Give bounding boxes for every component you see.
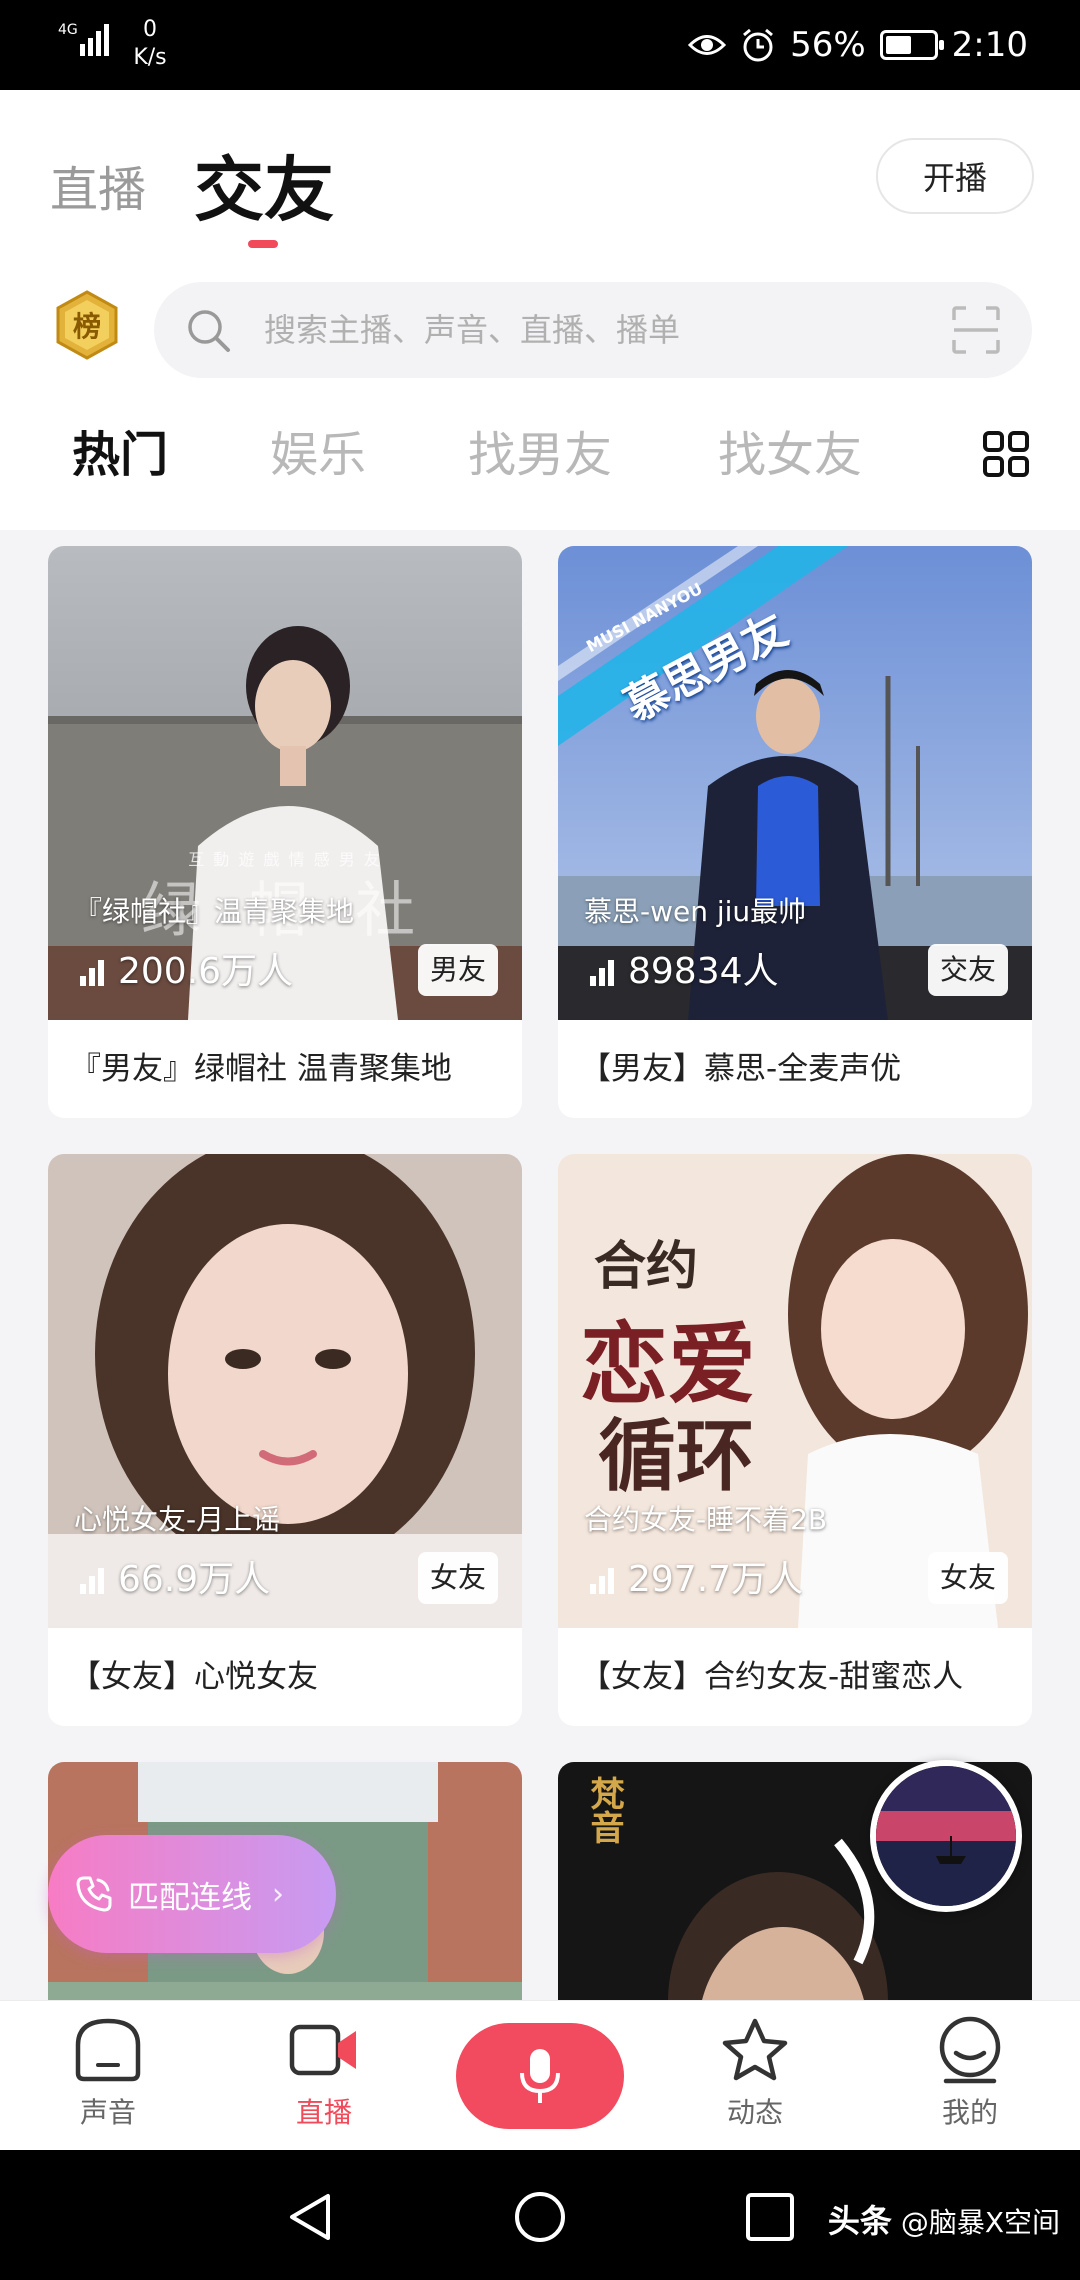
header: 直播 交友 开播 榜 热门 娱乐 找男友 找女友 xyxy=(0,90,1080,530)
nav-label: 动态 xyxy=(726,2096,783,2129)
mini-player-avatar[interactable] xyxy=(870,1760,1022,1912)
star-icon xyxy=(722,2018,788,2081)
start-broadcast-button[interactable]: 开播 xyxy=(876,138,1034,214)
category-tab-find-boyfriend[interactable]: 找男友 xyxy=(468,410,612,500)
room-tag: 女友 xyxy=(927,1552,1008,1604)
listener-count-value: 297.7万人 xyxy=(628,1559,804,1600)
poster-text-cycle: 循环 xyxy=(598,1411,755,1502)
microphone-icon xyxy=(520,2049,560,2103)
phone-icon xyxy=(76,1876,112,1912)
nav-label: 我的 xyxy=(941,2096,998,2129)
alarm-icon xyxy=(743,28,774,62)
grid-menu-icon[interactable] xyxy=(982,430,1030,478)
home-icon xyxy=(75,2018,141,2082)
room-tag: 交友 xyxy=(927,944,1008,996)
profile-icon xyxy=(939,2016,1001,2084)
cover-logo-text: 梵音 xyxy=(584,1776,624,1844)
category-tabs: 热门 娱乐 找男友 找女友 xyxy=(0,410,1080,500)
nav-item-moments[interactable]: 动态 xyxy=(685,2015,825,2131)
room-title: 『男友』绿帽社 温青聚集地 xyxy=(70,1051,452,1087)
mini-player-cover xyxy=(876,1766,1016,1906)
bar-chart-icon xyxy=(590,960,614,986)
status-right: 56% 2:10 xyxy=(688,22,1028,68)
room-title: 【女友】合约女友-甜蜜恋人 xyxy=(580,1659,964,1695)
battery-icon xyxy=(879,30,944,60)
home-circle-icon[interactable] xyxy=(513,2190,567,2244)
room-card[interactable]: MUSI NANYOU 慕思男友 慕思-wen jiu最帅 89834人 交友 … xyxy=(558,546,1032,1118)
svg-text:榜: 榜 xyxy=(73,310,101,343)
category-tab-find-girlfriend[interactable]: 找女友 xyxy=(718,410,862,500)
nav-label: 直播 xyxy=(295,2096,352,2129)
clock: 2:10 xyxy=(951,25,1028,65)
bar-chart-icon xyxy=(80,1568,104,1594)
network-speed: 0 K/s xyxy=(133,17,167,70)
back-icon[interactable] xyxy=(284,2190,338,2244)
room-cover: 互 動 遊 戲 情 感 男 友 绿 帽 社 『绿帽社』温青聚集地 200.6万人… xyxy=(48,546,522,1020)
category-tab-hot[interactable]: 热门 xyxy=(72,410,168,500)
room-card[interactable]: 心悦女友-月上谣 66.9万人 女友 【女友】心悦女友 xyxy=(48,1154,522,1726)
video-camera-icon xyxy=(289,2024,356,2076)
poster-text-contract: 合约 xyxy=(594,1236,699,1297)
host-name: 『绿帽社』温青聚集地 xyxy=(74,895,355,928)
status-bar: 4G 0 K/s 56% 2:10 xyxy=(0,0,1080,90)
listener-count-value: 66.9万人 xyxy=(118,1559,271,1600)
listener-count-value: 200.6万人 xyxy=(118,951,294,992)
room-title: 【男友】慕思-全麦声优 xyxy=(580,1051,902,1087)
bar-chart-icon xyxy=(590,1568,614,1594)
listener-count: 66.9万人 xyxy=(78,1550,270,1602)
record-microphone-button[interactable] xyxy=(456,2023,624,2129)
room-cover: 心悦女友-月上谣 66.9万人 女友 xyxy=(48,1154,522,1628)
watermark-account: @脑暴X空间 xyxy=(900,2206,1060,2239)
listener-count: 89834人 xyxy=(588,942,779,994)
nav-item-sound[interactable]: 声音 xyxy=(38,2015,178,2131)
host-name: 合约女友-睡不着2B xyxy=(584,1503,828,1536)
host-name: 心悦女友-月上谣 xyxy=(74,1503,281,1536)
ranking-badge-icon[interactable]: 榜 xyxy=(52,290,122,360)
room-cover: MUSI NANYOU 慕思男友 慕思-wen jiu最帅 89834人 交友 xyxy=(558,546,1032,1020)
nav-item-profile[interactable]: 我的 xyxy=(900,2015,1040,2131)
search-icon xyxy=(188,310,230,352)
category-tab-entertainment[interactable]: 娱乐 xyxy=(270,410,366,500)
scan-icon[interactable] xyxy=(950,304,1002,356)
bar-chart-icon xyxy=(80,960,104,986)
tab-friends[interactable]: 交友 xyxy=(194,134,334,235)
room-cover: 合约 恋爱 循环 合约女友-睡不着2B 297.7万人 女友 xyxy=(558,1154,1032,1628)
battery-percent: 56% xyxy=(790,25,866,65)
signal-icon: 4G xyxy=(58,22,109,56)
watermark: 头条 @脑暴X空间 xyxy=(828,2196,1060,2242)
nav-item-live[interactable]: 直播 xyxy=(254,2015,394,2131)
bottom-navigation: 声音 直播 动态 我的 xyxy=(0,2000,1080,2150)
room-tag: 女友 xyxy=(417,1552,498,1604)
search-bar[interactable] xyxy=(154,282,1032,378)
listener-count: 297.7万人 xyxy=(588,1550,803,1602)
room-card[interactable]: 合约 恋爱 循环 合约女友-睡不着2B 297.7万人 女友 【女友】合约女友-… xyxy=(558,1154,1032,1726)
recent-apps-icon[interactable] xyxy=(743,2190,797,2244)
room-tag: 男友 xyxy=(417,944,498,996)
tab-live[interactable]: 直播 xyxy=(50,150,146,220)
host-name: 慕思-wen jiu最帅 xyxy=(584,895,807,928)
chevron-right-icon: › xyxy=(272,1876,284,1912)
watermark-brand: 头条 xyxy=(827,2202,892,2240)
active-tab-indicator xyxy=(248,240,278,248)
listener-count-value: 89834人 xyxy=(628,951,779,992)
room-title: 【女友】心悦女友 xyxy=(70,1659,318,1695)
eye-comfort-icon xyxy=(688,35,727,55)
nav-label: 声音 xyxy=(79,2096,136,2129)
search-input[interactable] xyxy=(264,282,884,378)
match-connect-label: 匹配连线 xyxy=(128,1879,252,1916)
listener-count: 200.6万人 xyxy=(78,942,293,994)
room-card[interactable]: 互 動 遊 戲 情 感 男 友 绿 帽 社 『绿帽社』温青聚集地 200.6万人… xyxy=(48,546,522,1118)
svg-text:4G: 4G xyxy=(58,22,78,38)
match-connect-button[interactable]: 匹配连线 › xyxy=(48,1835,336,1953)
system-navigation-bar: 头条 @脑暴X空间 xyxy=(0,2150,1080,2280)
